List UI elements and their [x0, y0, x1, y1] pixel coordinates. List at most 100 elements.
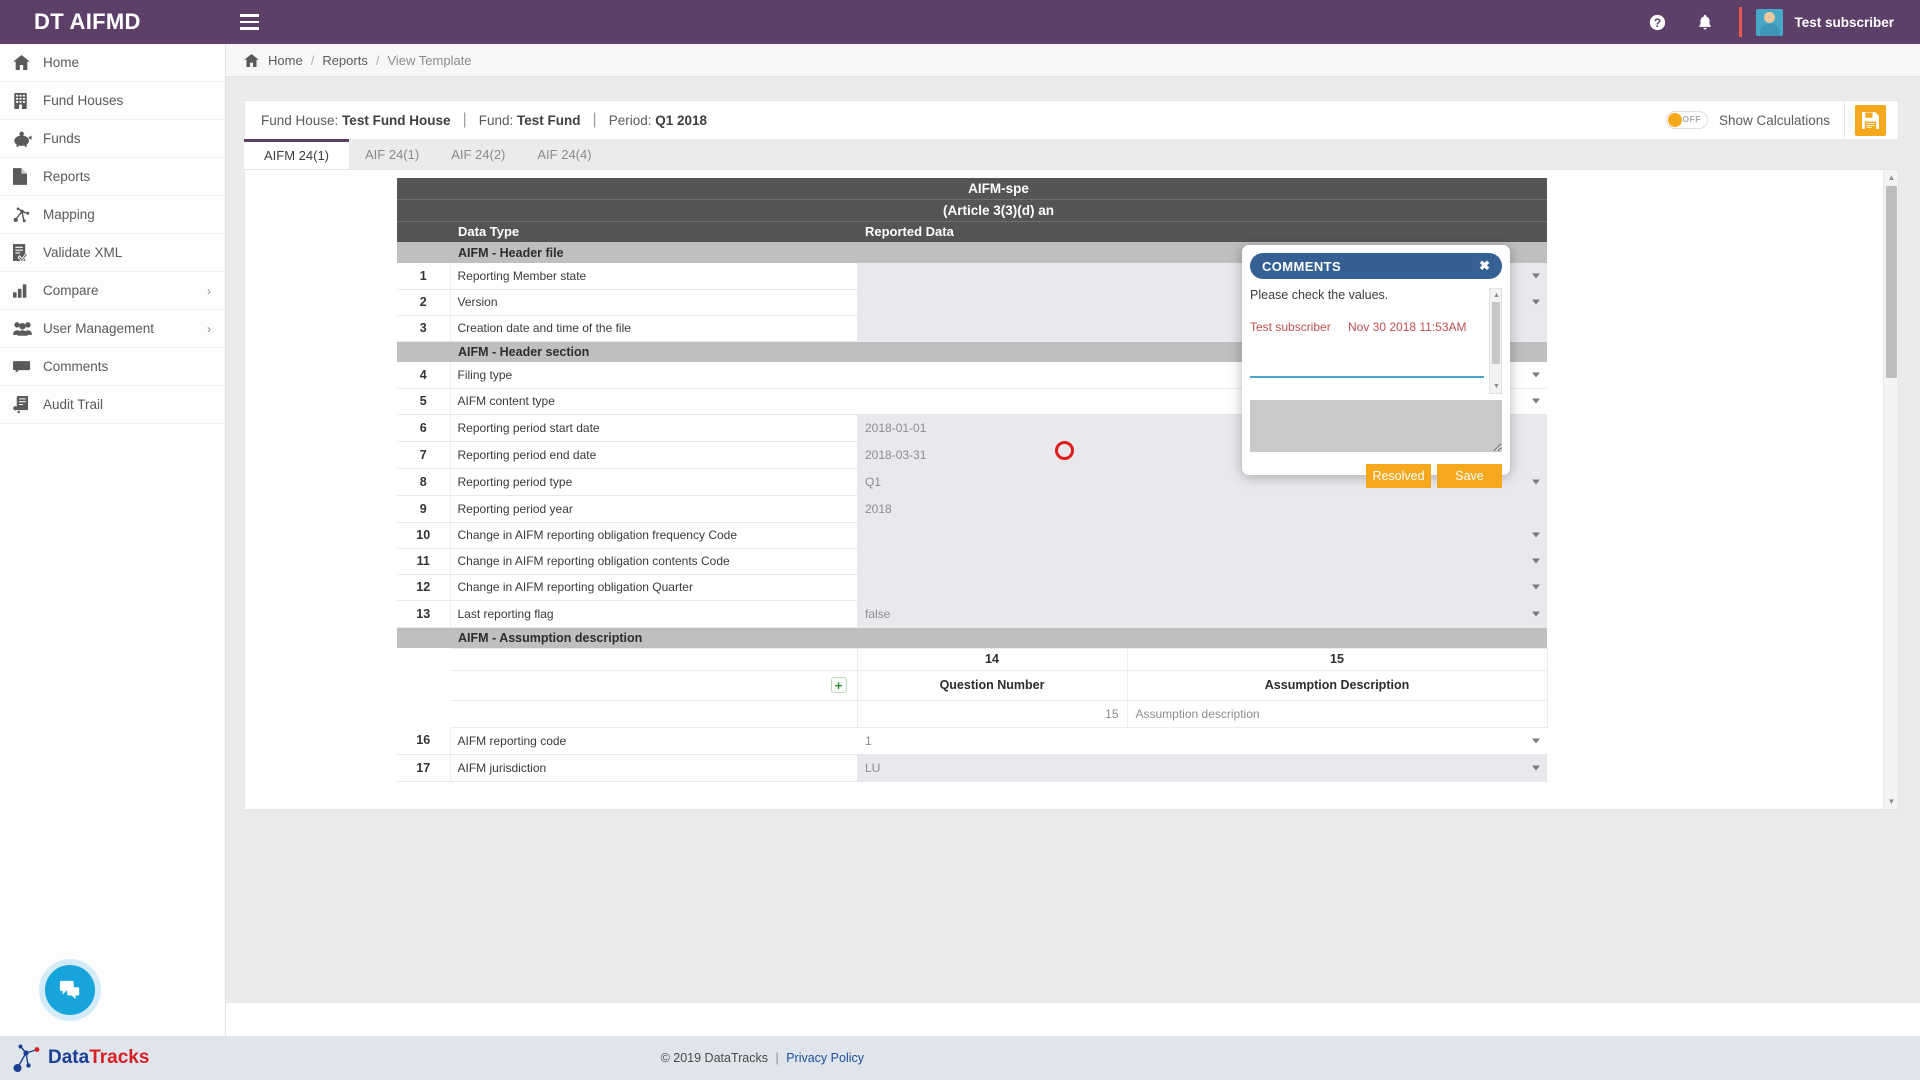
- chevron-down-icon[interactable]: [1532, 611, 1540, 616]
- table-row[interactable]: 11 Change in AIFM reporting obligation c…: [397, 548, 1547, 575]
- scroll-up-arrow-icon[interactable]: ▲: [1884, 170, 1898, 185]
- section-label: AIFM - Assumption description: [450, 627, 857, 648]
- row-description: AIFM jurisdiction: [450, 754, 857, 782]
- audit-trail-icon: [13, 395, 43, 415]
- chevron-down-icon[interactable]: [1532, 372, 1540, 378]
- notifications-bell-icon[interactable]: [1681, 0, 1729, 44]
- table-header-row-3: Data Type Reported Data: [397, 220, 1547, 242]
- tab-aif-24-1[interactable]: AIF 24(1): [349, 139, 436, 169]
- row-value-cell[interactable]: [857, 548, 1547, 575]
- divider: |: [775, 1051, 779, 1065]
- section-num-cell: [397, 242, 450, 263]
- table-row[interactable]: 9 Reporting period year 2018: [397, 495, 1547, 523]
- row-number: 6: [397, 414, 451, 442]
- validate-xml-icon: [13, 243, 43, 263]
- assumption-question-number-cell[interactable]: 15: [856, 699, 1128, 728]
- row-value-cell[interactable]: 2018: [857, 495, 1547, 523]
- row-description: AIFM reporting code: [450, 727, 857, 755]
- sidebar-item-mapping[interactable]: Mapping: [0, 196, 225, 234]
- assumption-description-cell[interactable]: Assumption description: [1126, 699, 1548, 728]
- row-value-cell[interactable]: false: [857, 600, 1547, 628]
- comments-popup-actions: Resolved Save: [1250, 464, 1502, 488]
- tab-aifm-24-1[interactable]: AIFM 24(1): [244, 139, 350, 169]
- table-row[interactable]: 12 Change in AIFM reporting obligation Q…: [397, 574, 1547, 601]
- scrollbar-thumb[interactable]: [1886, 186, 1897, 378]
- table-row[interactable]: 17 AIFM jurisdiction LU: [397, 754, 1547, 782]
- row-description: Change in AIFM reporting obligation cont…: [450, 548, 857, 575]
- chevron-down-icon[interactable]: [1532, 738, 1540, 743]
- sidebar-item-audit-trail[interactable]: Audit Trail: [0, 386, 225, 424]
- table-row[interactable]: 13 Last reporting flag false: [397, 600, 1547, 628]
- save-comment-button[interactable]: Save: [1437, 464, 1502, 488]
- hamburger-menu-icon[interactable]: [226, 0, 272, 44]
- chevron-down-icon[interactable]: [1532, 398, 1540, 404]
- add-assumption-row-button[interactable]: +: [830, 677, 847, 693]
- help-icon[interactable]: ?: [1633, 0, 1681, 44]
- scroll-down-arrow-icon[interactable]: ▼: [1884, 794, 1898, 809]
- scrollbar-thumb[interactable]: [1492, 302, 1500, 364]
- floppy-disk-save-icon: [1862, 111, 1879, 129]
- scroll-up-arrow-icon[interactable]: ▲: [1490, 289, 1503, 302]
- tab-aif-24-2[interactable]: AIF 24(2): [435, 139, 522, 169]
- assumption-column-label-row: + Question Number Assumption Description: [397, 669, 1548, 701]
- row-value-cell[interactable]: LU: [857, 754, 1547, 782]
- chevron-right-icon: ›: [207, 321, 211, 336]
- row-number: 8: [397, 468, 451, 496]
- sidebar-item-label: Funds: [43, 131, 81, 146]
- fund-house-value: Test Fund House: [342, 112, 451, 128]
- close-icon[interactable]: ✖: [1479, 258, 1490, 274]
- resolved-button[interactable]: Resolved: [1366, 464, 1431, 488]
- table-row[interactable]: 10 Change in AIFM reporting obligation f…: [397, 522, 1547, 549]
- sidebar-item-validate-xml[interactable]: Validate XML: [0, 234, 225, 272]
- comments-scrollbar[interactable]: ▲ ▼: [1489, 288, 1502, 394]
- sidebar-item-funds[interactable]: Funds: [0, 120, 225, 158]
- breadcrumb-home[interactable]: Home: [268, 53, 303, 68]
- row-value-cell[interactable]: [857, 574, 1547, 601]
- table-row[interactable]: 16 AIFM reporting code 1: [397, 727, 1547, 755]
- username-label[interactable]: Test subscriber: [1794, 15, 1894, 30]
- scroll-down-arrow-icon[interactable]: ▼: [1490, 380, 1503, 393]
- users-icon: [13, 319, 43, 339]
- chat-support-button[interactable]: [45, 965, 95, 1015]
- row-value-cell[interactable]: [857, 522, 1547, 549]
- chevron-down-icon[interactable]: [1532, 299, 1540, 305]
- row-value-cell[interactable]: 1: [857, 727, 1547, 755]
- new-comment-textarea[interactable]: [1250, 400, 1502, 452]
- table-vertical-scrollbar[interactable]: ▲ ▼: [1883, 170, 1898, 809]
- chevron-down-icon[interactable]: [1532, 532, 1540, 538]
- sidebar-item-reports[interactable]: Reports: [0, 158, 225, 196]
- chevron-down-icon[interactable]: [1532, 765, 1540, 770]
- main-content: Fund House: Test Fund House | Fund: Test…: [226, 77, 1920, 1003]
- sidebar-item-label: Validate XML: [43, 245, 123, 260]
- toggle-knob: [1667, 113, 1682, 127]
- chevron-down-icon[interactable]: [1532, 584, 1540, 590]
- sidebar-item-comments[interactable]: Comments: [0, 348, 225, 386]
- comments-popup-header: COMMENTS ✖: [1250, 253, 1502, 279]
- sidebar-item-home[interactable]: Home: [0, 44, 225, 82]
- sidebar-item-fund-houses[interactable]: Fund Houses: [0, 82, 225, 120]
- row-description: Change in AIFM reporting obligation Quar…: [450, 574, 857, 601]
- avatar[interactable]: [1756, 8, 1784, 36]
- chevron-down-icon[interactable]: [1532, 273, 1540, 279]
- bar-chart-icon: [13, 281, 43, 301]
- divider: |: [592, 111, 597, 128]
- chevron-down-icon[interactable]: [1532, 479, 1540, 484]
- sidebar-item-label: Compare: [43, 283, 99, 298]
- chevron-right-icon: ›: [207, 283, 211, 298]
- privacy-policy-link[interactable]: Privacy Policy: [786, 1051, 864, 1065]
- assumption-value-row[interactable]: 15 Assumption description: [397, 699, 1548, 728]
- header-corner-cell: [397, 178, 450, 199]
- row-number: 7: [397, 441, 451, 469]
- show-calculations-toggle[interactable]: OFF: [1665, 111, 1708, 129]
- sidebar-item-compare[interactable]: Compare ›: [0, 272, 225, 310]
- logo-text: DataTracks: [48, 1047, 149, 1069]
- chevron-down-icon[interactable]: [1532, 558, 1540, 564]
- sidebar-item-user-management[interactable]: User Management ›: [0, 310, 225, 348]
- breadcrumb-reports[interactable]: Reports: [322, 53, 368, 68]
- comment-author: Test subscriber: [1250, 320, 1331, 334]
- save-button[interactable]: [1855, 104, 1886, 136]
- tab-aif-24-4[interactable]: AIF 24(4): [521, 139, 608, 169]
- breadcrumb-separator: /: [310, 52, 315, 68]
- table-header-row-2: (Article 3(3)(d) an: [397, 198, 1547, 221]
- header-corner-cell: [397, 198, 450, 221]
